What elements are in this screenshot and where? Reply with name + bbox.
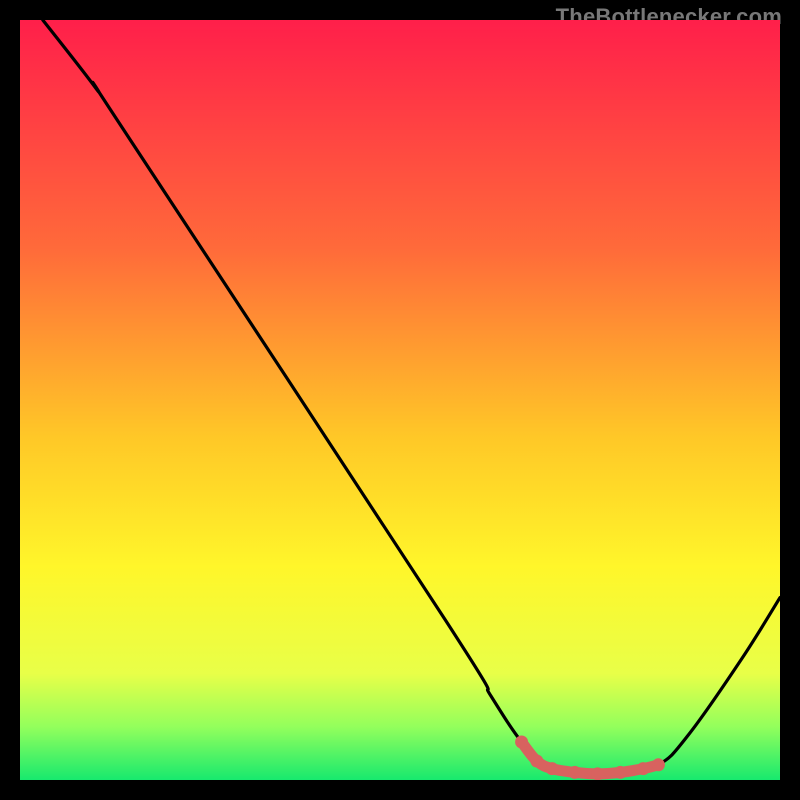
plot-area [20,20,780,780]
chart-container: TheBottlenecker.com [0,0,800,800]
highlight-dot [652,758,665,771]
highlight-dot [568,766,581,779]
highlight-dot [515,736,528,749]
highlight-dot [546,762,559,775]
chart-svg [20,20,780,780]
highlight-dot [614,766,627,779]
highlight-dot [637,762,650,775]
highlight-dot [591,767,604,780]
highlight-dot [530,755,543,768]
